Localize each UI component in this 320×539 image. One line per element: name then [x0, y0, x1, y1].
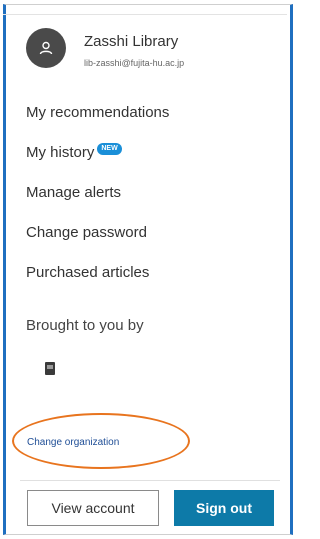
brought-to-you-by-label: Brought to you by	[26, 317, 144, 334]
menu-item-change-password[interactable]: Change password	[26, 224, 147, 241]
avatar	[26, 28, 66, 68]
sign-out-button[interactable]: Sign out	[174, 490, 274, 526]
menu-item-my-history[interactable]: My history NEW	[26, 143, 122, 162]
organization-logo-icon	[45, 362, 55, 375]
actions-divider	[20, 480, 280, 481]
new-badge: NEW	[97, 143, 122, 155]
view-account-button[interactable]: View account	[27, 490, 159, 526]
user-name: Zasshi Library	[84, 33, 179, 50]
user-icon	[39, 41, 53, 55]
menu-item-my-recommendations[interactable]: My recommendations	[26, 104, 169, 121]
menu-item-purchased-articles[interactable]: Purchased articles	[26, 264, 149, 281]
menu-item-manage-alerts[interactable]: Manage alerts	[26, 184, 121, 201]
user-email: lib-zasshi@fujita-hu.ac.jp	[84, 58, 185, 68]
top-divider	[3, 14, 287, 15]
menu-item-label: My history	[26, 144, 95, 161]
change-organization-link[interactable]: Change organization	[27, 437, 119, 448]
